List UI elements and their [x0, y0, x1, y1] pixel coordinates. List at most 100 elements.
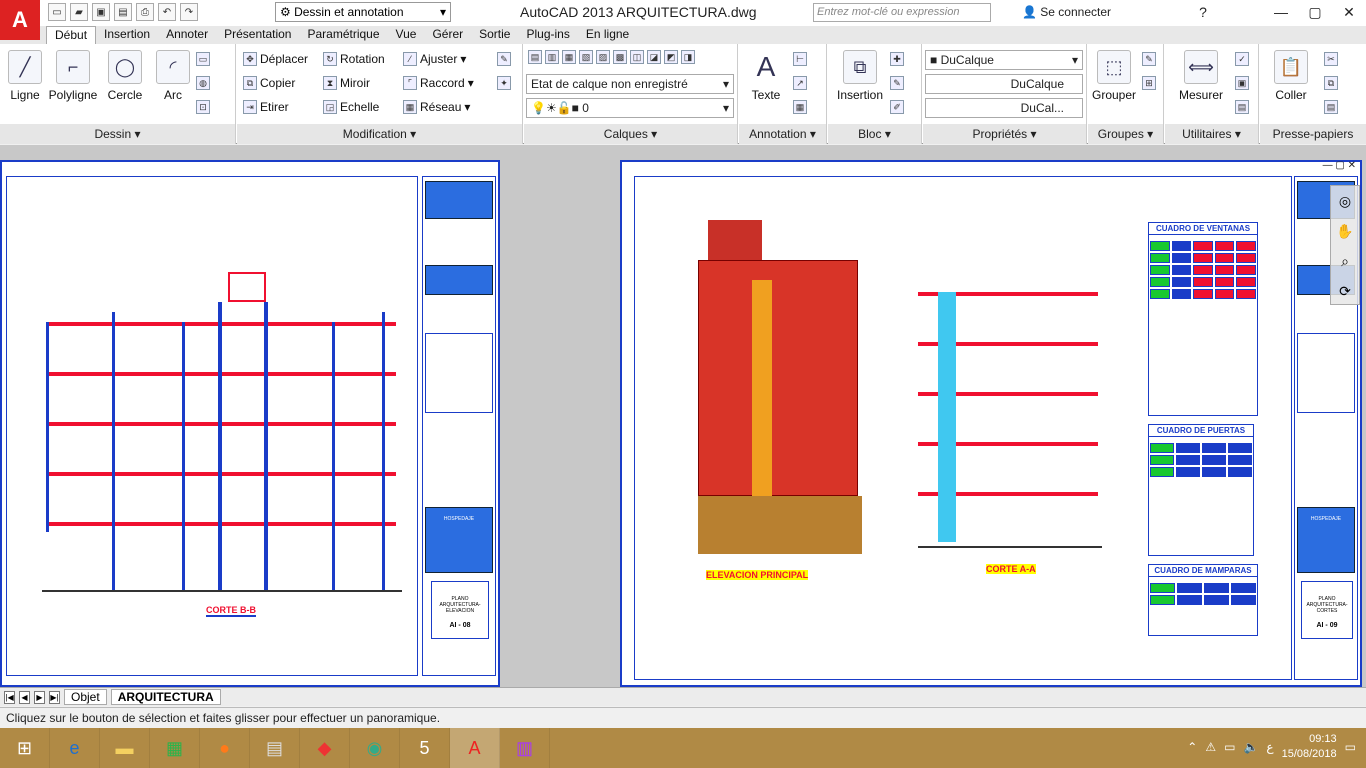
store-icon[interactable]: ▦ — [150, 728, 200, 768]
leader-icon[interactable]: ↗ — [793, 76, 807, 90]
layer-icon[interactable]: ▥ — [545, 50, 559, 64]
copy-clip-icon[interactable]: ⧉ — [1324, 76, 1338, 90]
last-tab-icon[interactable]: ▶| — [49, 690, 60, 704]
arc-button[interactable]: ◜ Arc — [148, 48, 198, 102]
layer-off-icon[interactable]: ▧ — [579, 50, 593, 64]
edit-block-icon[interactable]: ✎ — [890, 76, 904, 90]
tab-insertion[interactable]: Insertion — [96, 26, 158, 44]
tab-annoter[interactable]: Annoter — [158, 26, 216, 44]
tab-sortie[interactable]: Sortie — [471, 26, 518, 44]
text-button[interactable]: A Texte — [741, 48, 791, 102]
calculator-small-icon[interactable]: ▤ — [1235, 100, 1249, 114]
select-all-icon[interactable]: ▣ — [1235, 76, 1249, 90]
app-icon[interactable]: ◆ — [300, 728, 350, 768]
undo-icon[interactable]: ↶ — [158, 3, 176, 21]
move-button[interactable]: ✥ Déplacer — [243, 52, 308, 66]
panel-title-calques[interactable]: Calques ▾ — [524, 124, 737, 144]
color-select[interactable]: ■ DuCalque ▾ — [925, 50, 1083, 70]
lineweight-select[interactable]: DuCal... — [925, 98, 1083, 118]
attribute-icon[interactable]: ✐ — [890, 100, 904, 114]
help-icon[interactable]: ? — [1186, 0, 1220, 24]
search-input[interactable]: Entrez mot-clé ou expression — [813, 3, 991, 22]
chrome-icon[interactable]: ◉ — [350, 728, 400, 768]
winrar-icon[interactable]: ▥ — [500, 728, 550, 768]
erase-icon[interactable]: ✎ — [497, 52, 511, 66]
group-button[interactable]: ⬚ Grouper — [1088, 48, 1140, 102]
viewport-right-sheet[interactable]: — ▢ ✕ ELEVACION PRINCIPAL CORTE A-A CUAD… — [620, 160, 1362, 687]
tab-arquitectura[interactable]: ARQUITECTURA — [110, 689, 221, 705]
explorer-icon[interactable]: ▬ — [100, 728, 150, 768]
fillet-button[interactable]: ⌜ Raccord ▾ — [403, 76, 474, 90]
scale-button[interactable]: ◲ Echelle — [323, 100, 379, 114]
redo-icon[interactable]: ↷ — [180, 3, 198, 21]
layer-state-select[interactable]: Etat de calque non enregistré ▾ — [526, 74, 734, 94]
circle-button[interactable]: ◯ Cercle — [100, 48, 150, 102]
panel-title-modification[interactable]: Modification ▾ — [237, 124, 522, 144]
drawing-canvas[interactable]: CORTE B-B HOSPEDAJE PLANO ARQUITECTURA- … — [0, 145, 1366, 687]
insert-block-button[interactable]: ⧉ Insertion — [832, 48, 888, 102]
hatch-icon[interactable]: ◍ — [196, 76, 210, 90]
mirror-button[interactable]: ⧗ Miroir — [323, 76, 370, 90]
first-tab-icon[interactable]: |◀ — [4, 690, 15, 704]
saveas-icon[interactable]: ▤ — [114, 3, 132, 21]
autocad-icon[interactable]: A — [450, 728, 500, 768]
pan-hand-icon[interactable]: ✋ — [1331, 216, 1359, 246]
volume-icon[interactable]: 🔈 — [1243, 740, 1258, 754]
maximize-icon[interactable]: ▢ — [1298, 0, 1332, 24]
close-icon[interactable]: ✕ — [1332, 0, 1366, 24]
steering-wheel-icon[interactable]: ◎ — [1331, 186, 1359, 216]
autocad-logo-button[interactable]: A — [0, 0, 40, 40]
network-icon[interactable]: ⚠ — [1205, 740, 1216, 754]
dimension-icon[interactable]: ⊢ — [793, 52, 807, 66]
group-edit-icon[interactable]: ⊞ — [1142, 76, 1156, 90]
tab-debut[interactable]: Début — [46, 26, 97, 44]
next-tab-icon[interactable]: ▶ — [34, 690, 45, 704]
panel-title-bloc[interactable]: Bloc ▾ — [828, 124, 921, 144]
linetype-select[interactable]: DuCalque — [925, 74, 1083, 94]
trim-button[interactable]: ⁄ Ajuster ▾ — [403, 52, 466, 66]
table-icon[interactable]: ▦ — [793, 100, 807, 114]
boundary-icon[interactable]: ⊡ — [196, 100, 210, 114]
display-icon[interactable]: ▭ — [1224, 740, 1235, 754]
firefox-icon[interactable]: ● — [200, 728, 250, 768]
layer-match-icon[interactable]: ▩ — [613, 50, 627, 64]
edge-icon[interactable]: e — [50, 728, 100, 768]
new-icon[interactable]: ▭ — [48, 3, 66, 21]
tab-objet[interactable]: Objet — [64, 689, 107, 705]
sign-in-button[interactable]: 👤 Se connecter — [1022, 5, 1111, 19]
layer-isolate-icon[interactable]: ▦ — [562, 50, 576, 64]
quick-select-icon[interactable]: ✓ — [1235, 52, 1249, 66]
notification-icon[interactable]: ▭ — [1345, 740, 1356, 754]
layer-walk-icon[interactable]: ◫ — [630, 50, 644, 64]
tab-en-ligne[interactable]: En ligne — [578, 26, 637, 44]
rectangle-icon[interactable]: ▭ — [196, 52, 210, 66]
rotate-button[interactable]: ↻ Rotation — [323, 52, 385, 66]
open-icon[interactable]: ▰ — [70, 3, 88, 21]
windows-icon[interactable]: ⊞ — [0, 728, 50, 768]
copy-base-icon[interactable]: ▤ — [1324, 100, 1338, 114]
tab-gerer[interactable]: Gérer — [424, 26, 471, 44]
plot-icon[interactable]: ⎙ — [136, 3, 154, 21]
workspace-select[interactable]: ⚙ Dessin et annotation ▾ — [275, 2, 451, 22]
save-icon[interactable]: ▣ — [92, 3, 110, 21]
stretch-button[interactable]: ⇥ Etirer — [243, 100, 289, 114]
zoom-icon[interactable]: ⌕ — [1331, 246, 1359, 276]
tab-vue[interactable]: Vue — [388, 26, 425, 44]
layer-lock-icon[interactable]: ◪ — [647, 50, 661, 64]
paste-button[interactable]: 📋 Coller — [1266, 48, 1316, 102]
polyline-button[interactable]: ⌐ Polyligne — [44, 48, 102, 102]
panel-title-presse[interactable]: Presse-papiers — [1260, 124, 1366, 144]
layer-freeze-icon[interactable]: ▨ — [596, 50, 610, 64]
panel-title-proprietes[interactable]: Propriétés ▾ — [923, 124, 1086, 144]
minimize-icon[interactable]: — — [1264, 0, 1298, 24]
layer-merge-icon[interactable]: ◩ — [664, 50, 678, 64]
orbit-icon[interactable]: ⟳ — [1331, 276, 1359, 306]
5iste-icon[interactable]: 5 — [400, 728, 450, 768]
layer-properties-icon[interactable]: ▤ — [528, 50, 542, 64]
ungroup-icon[interactable]: ✎ — [1142, 52, 1156, 66]
line-button[interactable]: ╱ Ligne — [0, 48, 50, 102]
panel-title-dessin[interactable]: Dessin ▾ — [0, 124, 235, 144]
calculator-icon[interactable]: ▤ — [250, 728, 300, 768]
tab-plugins[interactable]: Plug-ins — [518, 26, 577, 44]
measure-button[interactable]: ⟺ Mesurer — [1173, 48, 1229, 102]
